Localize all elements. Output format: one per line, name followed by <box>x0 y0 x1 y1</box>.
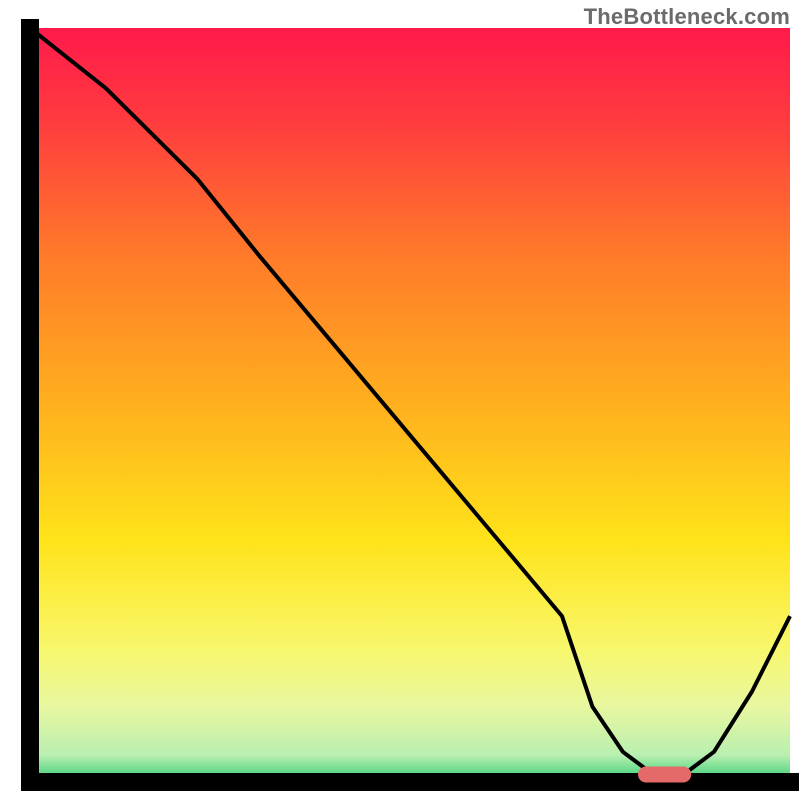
plot-area <box>30 28 790 782</box>
optimum-marker <box>638 766 691 782</box>
bottleneck-chart <box>0 0 800 800</box>
chart-stage: TheBottleneck.com <box>0 0 800 800</box>
gradient-background <box>30 28 790 782</box>
